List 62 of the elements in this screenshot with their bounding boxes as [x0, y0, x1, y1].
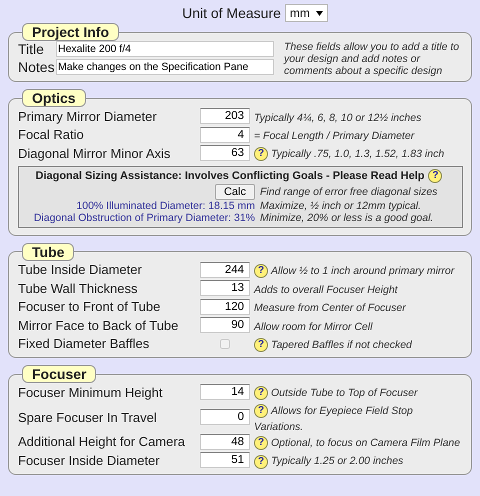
section-title: Tube — [22, 242, 74, 260]
number-field[interactable]: 63 — [200, 145, 250, 162]
field-label: Spare Focuser In Travel — [18, 410, 158, 425]
number-field[interactable]: 48 — [200, 434, 250, 450]
number-field[interactable]: 4 — [200, 126, 250, 143]
result-text: 100% Illuminated Diameter: 18.15 mm — [76, 200, 255, 212]
field-label: Primary Mirror Diameter — [18, 108, 158, 124]
number-field[interactable]: 244 — [200, 262, 250, 278]
hint-text: These fields allow you to add a title to your design and add notes or comments about a specific design — [284, 41, 460, 77]
hint-text: ? Typically .75, 1.0, 1.3, 1.52, 1.83 inch — [254, 148, 444, 160]
help-icon[interactable]: ? — [254, 338, 268, 352]
field-label: Diagonal Mirror Minor Axis — [18, 146, 172, 161]
field-label: Additional Height for Camera — [18, 434, 186, 450]
field-label: Tube Wall Thickness — [18, 280, 138, 296]
hint-text: ? Allow ½ to 1 inch around primary mirror — [254, 264, 454, 277]
number-field[interactable]: 120 — [200, 298, 250, 315]
number-field[interactable]: 51 — [200, 452, 250, 468]
field-label: Focuser Inside Diameter — [18, 452, 161, 468]
help-icon[interactable]: ? — [254, 264, 268, 278]
hint-text: Adds to overall Focuser Height — [254, 284, 398, 296]
hint-text: Minimize, 20% or less is a good goal. — [260, 212, 434, 224]
field-label: Fixed Diameter Baffles — [18, 336, 150, 352]
field-label: Notes — [18, 59, 56, 75]
calc-button[interactable]: Calc — [214, 184, 255, 200]
help-icon[interactable]: ? — [428, 168, 442, 182]
section-title: Project Info — [22, 23, 120, 41]
help-icon[interactable]: ? — [254, 436, 268, 450]
hint-text: Typically 4¼, 6, 8, 10 or 12½ inches — [254, 112, 422, 124]
field-label: Focal Ratio — [18, 127, 85, 142]
field-label: Mirror Face to Back of Tube — [18, 318, 180, 333]
hint-text: Measure from Center of Focuser — [254, 302, 406, 314]
help-icon[interactable]: ? — [254, 404, 268, 418]
field-label: Focuser to Front of Tube — [18, 299, 162, 314]
unit-label: Unit of Measure — [182, 5, 281, 21]
field-label: Title — [18, 41, 45, 57]
section-title: Optics — [22, 89, 86, 107]
hint-text: Allow room for Mirror Cell — [254, 320, 372, 333]
text-field[interactable]: Make changes on the Specification Pane — [56, 59, 274, 75]
hint-text: Maximize, ½ inch or 12mm typical. — [260, 200, 422, 212]
number-field[interactable]: 14 — [200, 384, 250, 400]
hint-text: ? Optional, to focus on Camera Film Plane — [254, 436, 460, 449]
hint-text: Find range of error free diagonal sizes — [260, 186, 438, 198]
hint-text: ? Allows for Eyepiece Field Stop Variations. — [254, 404, 413, 433]
field-label: Tube Inside Diameter — [18, 262, 143, 278]
hint-text: ? Outside Tube to Top of Focuser — [254, 387, 418, 400]
hint-text: ? Typically 1.25 or 2.00 inches — [254, 455, 404, 468]
assist-title: Diagonal Sizing Assistance: Involves Conflicting Goals - Please Read Help — [36, 170, 424, 182]
number-field[interactable]: 90 — [200, 317, 250, 334]
help-icon[interactable]: ? — [254, 386, 268, 400]
section-title: Focuser — [22, 365, 96, 383]
number-field[interactable]: 13 — [200, 280, 250, 296]
number-field[interactable]: 203 — [200, 108, 250, 124]
help-icon[interactable]: ? — [254, 147, 268, 162]
number-field[interactable]: 0 — [200, 409, 250, 426]
unit-select[interactable]: mm — [284, 4, 328, 22]
help-icon[interactable]: ? — [254, 454, 268, 469]
caret-icon — [316, 10, 323, 16]
text-field[interactable]: Hexalite 200 f/4 — [56, 41, 274, 57]
hint-text: ? Tapered Baffles if not checked — [254, 338, 412, 351]
hint-text: = Focal Length / Primary Diameter — [254, 130, 414, 142]
result-text: Diagonal Obstruction of Primary Diameter: 31% — [34, 212, 255, 224]
field-label: Focuser Minimum Height — [18, 384, 164, 400]
